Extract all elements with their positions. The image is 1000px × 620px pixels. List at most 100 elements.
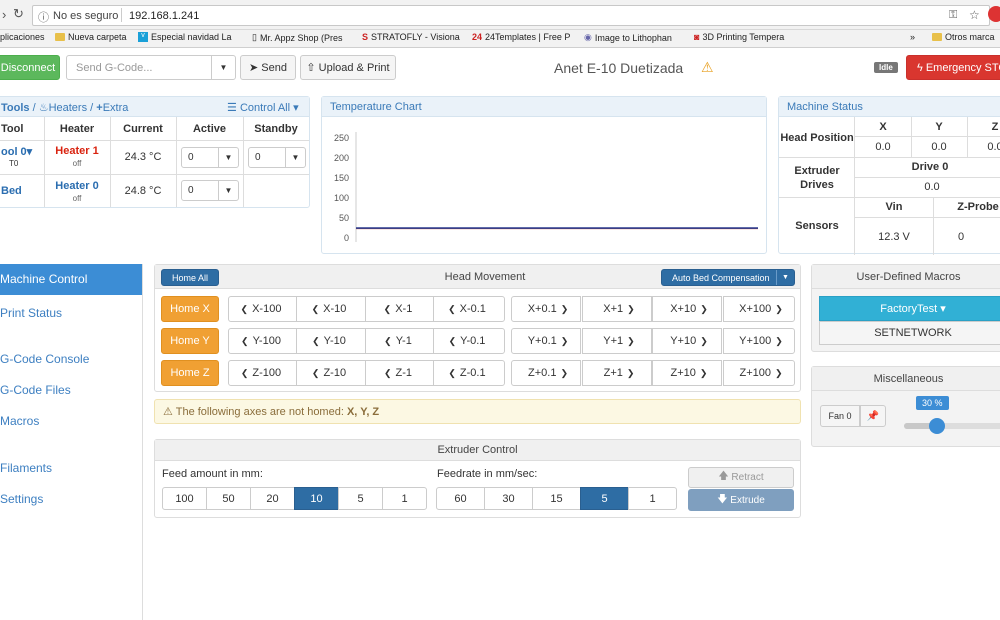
bookmark-item[interactable]: v Especial navidad La bbox=[138, 32, 232, 42]
sidebar-item-gcode-files[interactable]: G-Code Files bbox=[0, 379, 142, 403]
retract-button[interactable]: 🡅 Retract bbox=[688, 467, 794, 488]
feed-option[interactable]: 5 bbox=[338, 487, 383, 510]
move-button[interactable]: Z+10 ❯ bbox=[652, 360, 722, 386]
col-current: Current bbox=[123, 122, 163, 135]
feed-option[interactable]: 20 bbox=[250, 487, 295, 510]
col-standby: Standby bbox=[254, 122, 298, 135]
chevron-right-icon: ❯ bbox=[627, 303, 635, 314]
fan-slider-handle[interactable] bbox=[929, 418, 945, 434]
move-button[interactable]: ❮ Y-1 bbox=[365, 328, 435, 354]
feed-option[interactable]: 10 bbox=[294, 487, 339, 510]
bookmark-item[interactable]: 24 24Templates | Free P bbox=[472, 32, 570, 42]
fan-slider-track[interactable] bbox=[904, 423, 1000, 429]
sidebar-item-gcode-console[interactable]: G-Code Console bbox=[0, 348, 142, 372]
emergency-stop-button[interactable]: ϟ Emergency STO bbox=[906, 55, 1000, 80]
rate-option[interactable]: 1 bbox=[628, 487, 677, 510]
move-button[interactable]: X+10 ❯ bbox=[652, 296, 722, 322]
chevron-right-icon: ❯ bbox=[560, 367, 568, 378]
forward-icon[interactable]: › bbox=[2, 7, 6, 22]
move-button[interactable]: ❮ X-1 bbox=[365, 296, 435, 322]
zprobe-value: 0 bbox=[957, 231, 965, 243]
bookmark-item[interactable]: ▯ Mr. Appz Shop (Pres bbox=[252, 32, 343, 43]
standby-temp-select[interactable]: 0 ▼ bbox=[248, 147, 306, 168]
move-button[interactable]: X+1 ❯ bbox=[582, 296, 652, 322]
caret-down-icon[interactable]: ▼ bbox=[211, 56, 235, 79]
tab-extra[interactable]: Extra bbox=[103, 102, 129, 114]
sidebar-item-filaments[interactable]: Filaments bbox=[0, 457, 142, 481]
reload-icon[interactable]: ↻ bbox=[13, 6, 24, 22]
fan-0-button[interactable]: Fan 0 bbox=[820, 405, 860, 427]
move-button[interactable]: ❮ X-10 bbox=[296, 296, 366, 322]
home-z-button[interactable]: Home Z bbox=[161, 360, 219, 386]
feed-option[interactable]: 1 bbox=[382, 487, 427, 510]
bookmark-item[interactable]: S STRATOFLY - Visiona bbox=[362, 32, 460, 42]
star-icon[interactable]: ☆ bbox=[969, 8, 980, 22]
active-temp-select[interactable]: 0 ▼ bbox=[181, 147, 239, 168]
move-button[interactable]: ❮ Y-0.1 bbox=[433, 328, 505, 354]
home-x-button[interactable]: Home X bbox=[161, 296, 219, 322]
move-button[interactable]: Y+1 ❯ bbox=[582, 328, 652, 354]
heater-1-label[interactable]: Heater 1 bbox=[44, 145, 110, 157]
feed-option[interactable]: 50 bbox=[206, 487, 251, 510]
home-y-button[interactable]: Home Y bbox=[161, 328, 219, 354]
pin-icon[interactable]: 📌 bbox=[860, 405, 886, 427]
move-button[interactable]: Y+0.1 ❯ bbox=[511, 328, 581, 354]
move-button[interactable]: ❮ X-0.1 bbox=[433, 296, 505, 322]
move-button[interactable]: X+100 ❯ bbox=[723, 296, 795, 322]
bookmark-item[interactable]: Nueva carpeta bbox=[55, 32, 127, 42]
move-button[interactable]: ❮ Y-10 bbox=[296, 328, 366, 354]
sidebar-item-print-status[interactable]: Print Status bbox=[0, 302, 142, 326]
bookmark-item[interactable]: ◉ Image to Lithophan bbox=[584, 32, 672, 43]
move-label: X-0.1 bbox=[459, 303, 486, 315]
move-button[interactable]: ❮ Z-0.1 bbox=[433, 360, 505, 386]
move-button[interactable]: Z+0.1 ❯ bbox=[511, 360, 581, 386]
key-icon[interactable]: ⚿ bbox=[949, 9, 957, 22]
setnetwork-button[interactable]: SETNETWORK bbox=[819, 321, 1000, 345]
move-label: Z+10 bbox=[670, 367, 696, 379]
tab-tools[interactable]: Tools bbox=[1, 102, 30, 114]
move-button[interactable]: ❮ Y-100 bbox=[228, 328, 298, 354]
chevron-right-icon: ❯ bbox=[700, 335, 708, 346]
factory-test-dropdown[interactable]: FactoryTest ▾ bbox=[819, 296, 1000, 321]
send-button[interactable]: ➤ Send bbox=[240, 55, 296, 80]
sidebar-item-machine-control[interactable]: Machine Control bbox=[0, 264, 142, 295]
address-bar[interactable]: ⓘ No es seguro 192.168.1.241 ⚿ ☆ bbox=[32, 5, 990, 26]
bookmark-item[interactable]: ◙ 3D Printing Tempera bbox=[694, 32, 784, 42]
bed-active-temp-select[interactable]: 0 ▼ bbox=[181, 180, 239, 201]
rate-option[interactable]: 30 bbox=[484, 487, 533, 510]
bed-label[interactable]: Bed bbox=[1, 185, 22, 197]
sidebar-item-settings[interactable]: Settings bbox=[0, 488, 142, 512]
tab-heaters[interactable]: Heaters bbox=[49, 102, 88, 114]
control-all-dropdown[interactable]: ☰ Control All ▾ bbox=[227, 101, 299, 114]
chevron-left-icon: ❮ bbox=[384, 335, 392, 346]
auto-bed-compensation-button[interactable]: Auto Bed Compensation ▼ bbox=[661, 269, 795, 286]
axis-x-label: X bbox=[879, 121, 887, 133]
move-button[interactable]: ❮ X-100 bbox=[228, 296, 298, 322]
disconnect-button[interactable]: Disconnect bbox=[0, 55, 60, 80]
rate-option[interactable]: 5 bbox=[580, 487, 629, 510]
move-button[interactable]: Z+1 ❯ bbox=[582, 360, 652, 386]
extension-icon[interactable] bbox=[988, 6, 1000, 22]
tool-0-dropdown[interactable]: ool 0▾ bbox=[1, 145, 32, 158]
other-bookmarks[interactable]: Otros marca bbox=[932, 32, 995, 42]
home-all-button[interactable]: Home All bbox=[161, 269, 219, 286]
rate-option[interactable]: 60 bbox=[436, 487, 485, 510]
move-button[interactable]: ❮ Z-1 bbox=[365, 360, 435, 386]
bookmark-apps[interactable]: plicaciones bbox=[0, 32, 45, 42]
extrude-button[interactable]: 🡇 Extrude bbox=[688, 489, 794, 511]
move-button[interactable]: Y+100 ❯ bbox=[723, 328, 795, 354]
sidebar-item-macros[interactable]: Macros bbox=[0, 410, 142, 434]
upload-print-button[interactable]: ⇧ Upload & Print bbox=[300, 55, 396, 80]
heater-0-label[interactable]: Heater 0 bbox=[44, 180, 110, 192]
rate-option[interactable]: 15 bbox=[532, 487, 581, 510]
move-button[interactable]: Z+100 ❯ bbox=[723, 360, 795, 386]
url-text[interactable]: 192.168.1.241 bbox=[129, 10, 199, 22]
move-button[interactable]: Y+10 ❯ bbox=[652, 328, 722, 354]
move-button[interactable]: ❮ Z-10 bbox=[296, 360, 366, 386]
gcode-input[interactable]: Send G-Code... ▼ bbox=[66, 55, 236, 80]
more-bookmarks[interactable]: » bbox=[910, 32, 915, 42]
feed-option[interactable]: 100 bbox=[162, 487, 207, 510]
move-button[interactable]: ❮ Z-100 bbox=[228, 360, 298, 386]
info-icon[interactable]: ⓘ bbox=[38, 9, 49, 25]
move-button[interactable]: X+0.1 ❯ bbox=[511, 296, 581, 322]
